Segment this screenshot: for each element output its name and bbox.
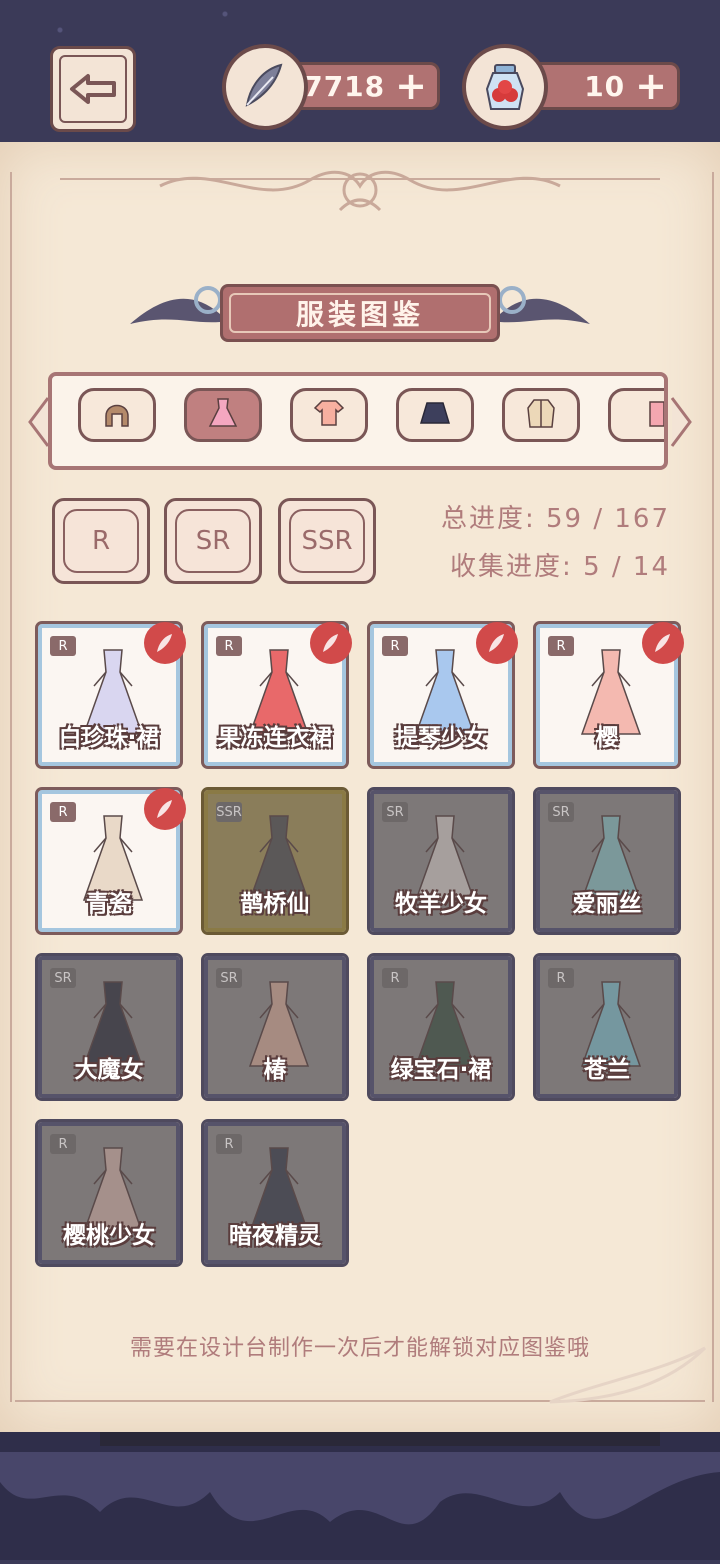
rarity-badge: R bbox=[382, 636, 408, 656]
outfit-name: 大魔女 bbox=[74, 1057, 144, 1083]
outfit-name: 提琴少女 bbox=[395, 725, 487, 751]
dress-icon bbox=[206, 396, 240, 434]
outfit-card[interactable]: R 樱桃少女 bbox=[35, 1119, 183, 1267]
outfit-card[interactable]: R 青瓷 bbox=[35, 787, 186, 935]
feather-seal-icon bbox=[144, 788, 186, 830]
rarity-badge: R bbox=[216, 1134, 242, 1154]
outfit-name: 果冻连衣裙 bbox=[217, 725, 333, 751]
filter-r-button[interactable]: R bbox=[52, 498, 150, 584]
add-feather-button[interactable]: + bbox=[395, 67, 427, 105]
title-banner: 服装图鉴 bbox=[130, 278, 590, 350]
collection-panel: 服装图鉴 R SR SSR 总进度: 59 / 167 收集进度: 5 / 14… bbox=[0, 142, 720, 1432]
outfit-card[interactable]: R 苍兰 bbox=[533, 953, 681, 1101]
outfit-card[interactable]: R 果冻连衣裙 bbox=[201, 621, 352, 769]
rarity-badge: R bbox=[216, 636, 242, 656]
rarity-badge: SR bbox=[50, 968, 76, 988]
rarity-badge: SR bbox=[548, 802, 574, 822]
outfit-name: 青瓷 bbox=[86, 891, 132, 917]
rarity-badge: R bbox=[50, 1134, 76, 1154]
outfit-name: 鹊桥仙 bbox=[240, 891, 310, 917]
outfit-name: 樱 bbox=[595, 725, 619, 751]
fruit-jar-icon bbox=[462, 44, 548, 130]
category-tab-5[interactable] bbox=[608, 388, 664, 442]
feather-currency-value: 7718 bbox=[303, 69, 386, 103]
top-icon bbox=[312, 396, 346, 434]
outfit-name: 樱桃少女 bbox=[63, 1223, 155, 1249]
coat-icon bbox=[524, 396, 558, 434]
feather-seal-icon bbox=[310, 622, 352, 664]
outfit-card[interactable]: R 提琴少女 bbox=[367, 621, 518, 769]
outfit-card[interactable]: R 绿宝石·裙 bbox=[367, 953, 515, 1101]
filter-r-label: R bbox=[63, 509, 139, 573]
category-tab-4[interactable] bbox=[502, 388, 580, 442]
category-tab-1[interactable] bbox=[184, 388, 262, 442]
rarity-badge: R bbox=[50, 802, 76, 822]
outfit-name: 椿 bbox=[263, 1057, 287, 1083]
rarity-badge: R bbox=[50, 636, 76, 656]
outfit-name: 暗夜精灵 bbox=[229, 1223, 321, 1249]
outfit-card[interactable]: R樱 bbox=[533, 621, 684, 769]
skirt-icon bbox=[418, 396, 452, 434]
unlock-hint: 需要在设计台制作一次后才能解锁对应图鉴哦 bbox=[129, 1336, 590, 1361]
category-tab-3[interactable] bbox=[396, 388, 474, 442]
outfit-name: 苍兰 bbox=[584, 1057, 630, 1083]
page-title: 服装图鉴 bbox=[220, 284, 500, 342]
category-tabs bbox=[48, 372, 668, 470]
partial-icon bbox=[630, 396, 664, 434]
filter-sr-button[interactable]: SR bbox=[164, 498, 262, 584]
feather-icon bbox=[222, 44, 308, 130]
jar-currency: 10 + bbox=[462, 44, 682, 132]
total-progress: 总进度: 59 / 167 bbox=[440, 504, 670, 534]
rarity-badge: SR bbox=[216, 968, 242, 988]
collection-progress: 收集进度: 5 / 14 bbox=[450, 552, 670, 582]
feather-currency: 7718 + bbox=[222, 44, 442, 132]
outfit-name: 绿宝石·裙 bbox=[390, 1057, 492, 1083]
back-arrow-icon bbox=[59, 55, 127, 123]
category-tab-row bbox=[78, 388, 664, 442]
outfit-card[interactable]: SR 爱丽丝 bbox=[533, 787, 681, 935]
outfit-name: 牧羊少女 bbox=[395, 891, 487, 917]
filter-ssr-button[interactable]: SSR bbox=[278, 498, 376, 584]
outfit-card[interactable]: SSR 鹊桥仙 bbox=[201, 787, 349, 935]
jar-currency-value: 10 bbox=[584, 69, 626, 103]
feather-seal-icon bbox=[642, 622, 684, 664]
hair-icon bbox=[100, 396, 134, 434]
filter-sr-label: SR bbox=[175, 509, 251, 573]
feather-seal-icon bbox=[144, 622, 186, 664]
category-tab-2[interactable] bbox=[290, 388, 368, 442]
rarity-badge: SSR bbox=[216, 802, 242, 822]
feather-seal-icon bbox=[476, 622, 518, 664]
back-button[interactable] bbox=[50, 46, 136, 132]
rarity-badge: R bbox=[548, 968, 574, 988]
top-bar: 7718 + 10 + bbox=[0, 0, 720, 140]
filter-ssr-label: SSR bbox=[289, 509, 365, 573]
rarity-badge: SR bbox=[382, 802, 408, 822]
rarity-badge: R bbox=[382, 968, 408, 988]
floral-ornament-icon bbox=[159, 170, 561, 212]
outfit-card[interactable]: SR 椿 bbox=[201, 953, 349, 1101]
outfit-card[interactable]: SR 牧羊少女 bbox=[367, 787, 515, 935]
scroll-right-icon[interactable] bbox=[668, 394, 694, 450]
outfit-card[interactable]: R 暗夜精灵 bbox=[201, 1119, 349, 1267]
category-tab-0[interactable] bbox=[78, 388, 156, 442]
rock-stalactite-decoration bbox=[0, 1432, 720, 1525]
rarity-badge: R bbox=[548, 636, 574, 656]
outfit-card[interactable]: R 白珍珠·裙 bbox=[35, 621, 186, 769]
add-jar-button[interactable]: + bbox=[635, 67, 667, 105]
cave-floor bbox=[0, 1432, 720, 1560]
outfit-name: 白珍珠·裙 bbox=[58, 725, 160, 751]
outfit-card[interactable]: SR 大魔女 bbox=[35, 953, 183, 1101]
outfit-name: 爱丽丝 bbox=[572, 891, 642, 917]
